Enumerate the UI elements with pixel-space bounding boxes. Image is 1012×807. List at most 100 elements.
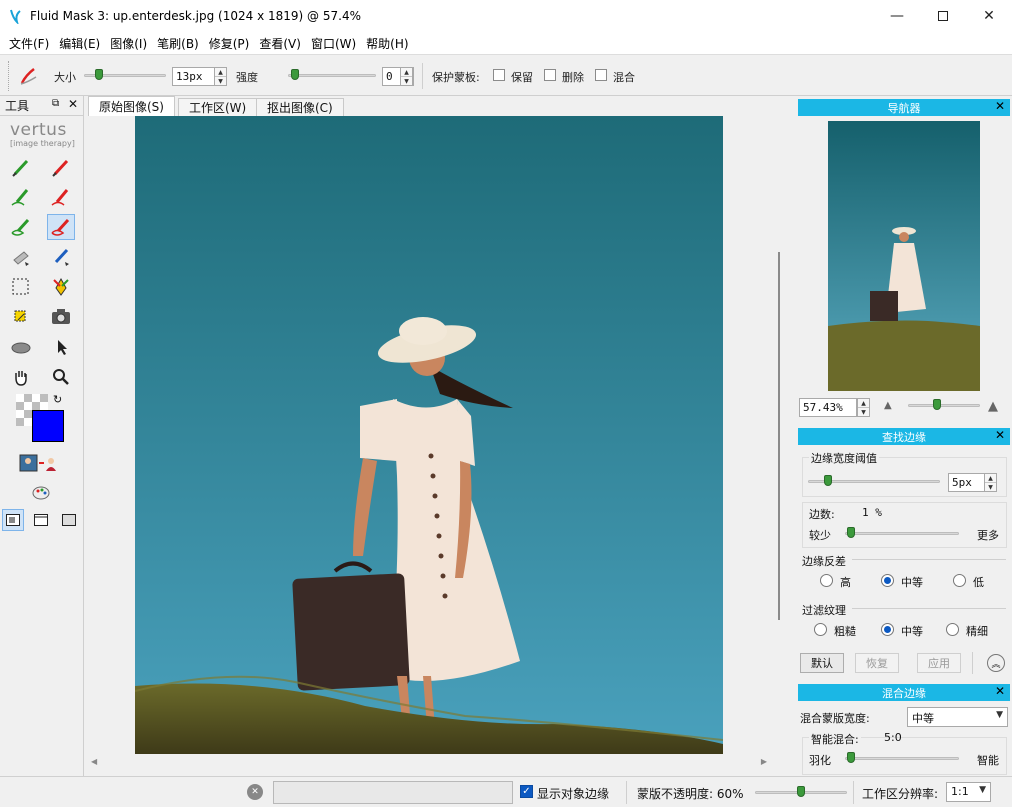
keep-fill-brush-tool[interactable] [7,214,35,240]
scroll-left-icon[interactable]: ◀ [91,757,97,766]
pointer-tool[interactable] [47,334,75,360]
close-icon[interactable]: ✕ [995,684,1005,698]
minimize-button[interactable]: — [874,0,920,32]
resolution-select[interactable]: 1:1 ▼ [946,782,991,802]
navigator-zoom-thumb[interactable] [933,399,941,410]
navigator-zoom-stepper[interactable]: ▲ ▼ [857,398,870,417]
toolbar-grip[interactable] [8,61,10,91]
texture-medium-radio[interactable] [881,623,894,636]
default-button[interactable]: 默认 [800,653,844,673]
patch-icon [14,310,26,322]
zoom-in-icon[interactable]: ▲ [988,399,998,414]
float-icon[interactable]: ⧉ [52,98,59,109]
delete-fill-brush-tool[interactable] [47,214,75,240]
pen-nib-icon [53,277,69,296]
tab-original-image[interactable]: 原始图像(S) [88,96,175,116]
blend-width-select[interactable]: 中等 ▼ [907,707,1008,727]
vertical-scroll-thumb[interactable] [778,252,780,620]
image-canvas[interactable] [86,116,782,754]
status-bar: ✕ ✓ 显示对象边缘 蒙版不透明度: 60% 工作区分辨率: 1:1 ▼ [0,776,1012,807]
eraser-brush-tool[interactable] [7,244,35,270]
threshold-input[interactable]: 5px [948,473,986,492]
strength-slider-thumb[interactable] [291,69,299,80]
edge-count-value: 1 % [862,506,882,519]
contrast-high-radio[interactable] [820,574,833,587]
delete-checkbox[interactable] [544,69,556,81]
keep-label: 保留 [511,71,533,84]
strength-slider[interactable] [288,74,376,77]
close-icon[interactable]: ✕ [995,99,1005,113]
menu-help[interactable]: 帮助(H) [361,35,413,52]
menu-brush[interactable]: 笔刷(B) [152,35,204,52]
strength-stepper[interactable]: ▲ ▼ [400,67,413,86]
swap-colors-icon[interactable]: ↻ [53,393,62,406]
delete-brush-tool[interactable] [47,154,75,180]
local-patch-tool[interactable] [7,304,35,330]
app-icon [10,9,21,24]
brush-toolbar: 大小 13px ▲ ▼ 强度 0 ▲ ▼ 保护蒙板: 保留 删除 混合 [0,54,1012,96]
edge-count-slider[interactable] [845,532,959,535]
scroll-right-icon[interactable]: ▶ [761,757,767,766]
window-title: Fluid Mask 3: up.enterdesk.jpg (1024 x 1… [30,9,361,23]
keep-edge-brush-tool[interactable] [7,184,35,210]
delete-edge-brush-tool[interactable] [47,184,75,210]
navigator-thumbnail[interactable] [828,121,980,391]
view-mode-2[interactable] [30,509,52,531]
keep-brush-tool[interactable] [7,154,35,180]
resolution-label: 工作区分辨率: [862,787,939,801]
compare-tool[interactable] [18,450,62,476]
contrast-medium-radio[interactable] [881,574,894,587]
maximize-button[interactable] [920,0,966,32]
palette-tool[interactable] [27,480,55,506]
vertical-scrollbar[interactable] [775,116,783,756]
cancel-icon[interactable]: ✕ [247,784,263,800]
edge-count-slider-thumb[interactable] [847,527,855,538]
texture-coarse-radio[interactable] [814,623,827,636]
foreground-swatch[interactable] [32,410,64,442]
contrast-low-radio[interactable] [953,574,966,587]
menu-window[interactable]: 窗口(W) [306,35,361,52]
close-icon[interactable]: ✕ [995,428,1005,442]
view-mode-1[interactable] [2,509,24,531]
show-edges-checkbox[interactable]: ✓ [520,785,533,798]
vertus-logo-sub: [image therapy] [10,139,75,148]
color-brush-tool[interactable] [47,244,75,270]
view-mode-3[interactable] [58,509,80,531]
threshold-slider-thumb[interactable] [824,475,832,486]
size-slider-thumb[interactable] [95,69,103,80]
smart-blend-slider-thumb[interactable] [847,752,855,763]
green-brush-icon [12,159,29,177]
menu-file[interactable]: 文件(F) [4,35,54,52]
blend-checkbox[interactable] [595,69,607,81]
zoom-out-icon[interactable]: ▲ [884,400,892,411]
navigator-zoom-input[interactable]: 57.43% [799,398,857,417]
close-button[interactable]: ✕ [966,0,1012,32]
smart-blend-slider[interactable] [845,757,959,760]
smudge-tool[interactable] [7,334,35,360]
texture-fine-radio[interactable] [946,623,959,636]
close-icon[interactable]: ✕ [68,97,78,111]
tab-cutout-image[interactable]: 抠出图像(C) [256,98,344,116]
menu-repair[interactable]: 修复(P) [204,35,255,52]
zoom-tool[interactable] [47,364,75,390]
size-stepper[interactable]: ▲ ▼ [214,67,227,86]
menu-view[interactable]: 查看(V) [254,35,306,52]
tools-panel-title: 工具 [5,99,30,113]
tools-panel-header: 工具 ⧉ ✕ [0,96,84,116]
menu-edit[interactable]: 编辑(E) [54,35,105,52]
pen-tool[interactable] [47,274,75,300]
selection-tool[interactable] [7,274,35,300]
snapshot-tool[interactable] [47,304,75,330]
keep-checkbox[interactable] [493,69,505,81]
tab-workspace[interactable]: 工作区(W) [178,98,258,116]
navigator-zoom-slider[interactable] [908,404,980,407]
threshold-stepper[interactable]: ▲ ▼ [984,473,997,492]
chevron-down-icon: ▼ [996,710,1003,720]
restore-button[interactable]: 恢复 [855,653,899,673]
collapse-icon[interactable]: ︽ [987,654,1005,672]
hand-tool[interactable] [7,364,35,390]
apply-button[interactable]: 应用 [917,653,961,673]
menu-image[interactable]: 图像(I) [105,35,152,52]
mask-opacity-thumb[interactable] [797,786,805,797]
horizontal-scrollbar[interactable]: ◀ ▶ [86,754,772,771]
